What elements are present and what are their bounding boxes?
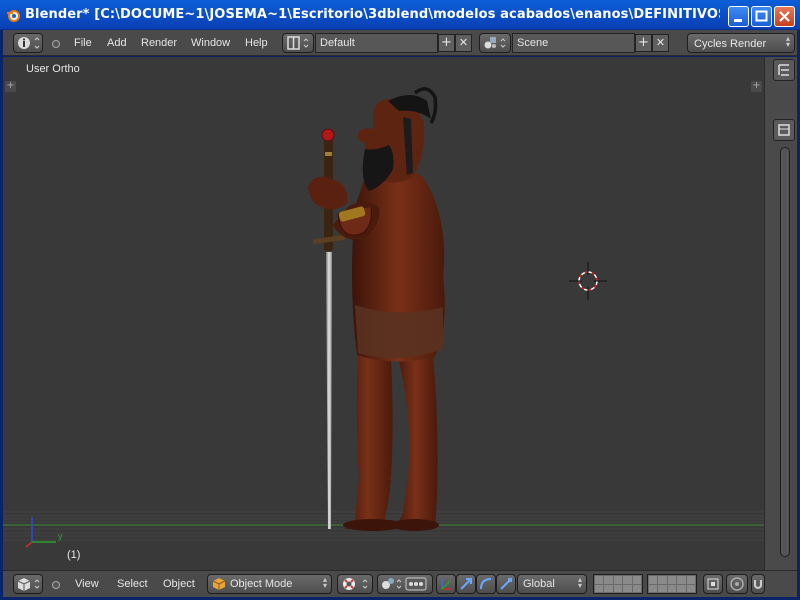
3d-view-icon (17, 578, 40, 591)
remove-scene-button[interactable]: ✕ (652, 34, 669, 52)
menu-file[interactable]: File (74, 37, 92, 49)
3d-cursor-icon (569, 262, 607, 300)
translate-manipulator-button[interactable] (456, 574, 476, 594)
window-title: Blender* [C:\DOCUME~1\JOSEMA~1\Escritori… (25, 7, 720, 22)
close-icon (779, 11, 790, 22)
properties-scrollbar[interactable] (780, 147, 790, 557)
menu-window[interactable]: Window (191, 37, 230, 49)
minimize-icon (734, 19, 742, 22)
scale-manipulator-button[interactable] (496, 574, 516, 594)
interaction-mode-label: Object Mode (230, 578, 293, 590)
scene-icon (484, 37, 506, 49)
minimize-button[interactable] (728, 6, 749, 27)
rotate-arc-icon (480, 578, 492, 590)
render-engine-dropdown[interactable]: Cycles Render ▴ ▾ (687, 33, 795, 53)
view-name-label: User Ortho (26, 63, 80, 75)
3d-viewport[interactable]: y User Ortho (1) + + (3, 57, 764, 570)
add-scene-button[interactable]: + (635, 34, 652, 52)
proportional-editing-button[interactable] (726, 574, 748, 594)
manipulator-toggle[interactable] (436, 574, 456, 594)
menu-select[interactable]: Select (117, 578, 148, 590)
updown-arrows-icon: ▴ ▾ (785, 34, 790, 49)
blender-window: Blender* [C:\DOCUME~1\JOSEMA~1\Escritori… (0, 0, 800, 600)
menu-help[interactable]: Help (245, 37, 268, 49)
blender-logo-icon (7, 10, 20, 22)
layers-group-1[interactable] (593, 574, 643, 594)
screen-layout-browse-button[interactable] (282, 33, 314, 53)
properties-shelf-toggle[interactable]: + (751, 81, 762, 92)
pivot-point-dropdown[interactable] (377, 574, 433, 594)
collapse-menu-toggle[interactable] (52, 40, 60, 48)
properties-icon (778, 124, 790, 136)
add-screen-button[interactable]: + (438, 34, 455, 52)
manipulator-icon (441, 579, 452, 590)
editor-type-button[interactable] (13, 574, 43, 594)
maximize-icon (755, 10, 768, 22)
menu-view[interactable]: View (75, 578, 99, 590)
updown-arrows-icon: ▴ ▾ (322, 575, 327, 590)
screen-layout-name[interactable]: Default (315, 33, 438, 53)
snap-button[interactable] (751, 574, 765, 594)
layer-lock-icon (707, 578, 719, 590)
outliner-icon (778, 64, 789, 76)
right-editor-strip (764, 57, 797, 570)
updown-arrows-icon: ▴ ▾ (577, 575, 582, 590)
close-button[interactable] (774, 6, 795, 27)
menu-add[interactable]: Add (107, 37, 127, 49)
transform-orientation-label: Global (523, 578, 555, 590)
scene-browse-button[interactable] (479, 33, 511, 53)
collapse-menu-toggle[interactable] (52, 581, 60, 589)
screen-layout-icon (287, 36, 309, 50)
interaction-mode-dropdown[interactable]: Object Mode ▴ ▾ (207, 574, 332, 594)
axis-y-label: y (58, 531, 63, 541)
maximize-button[interactable] (751, 6, 772, 27)
render-engine-label: Cycles Render (694, 38, 767, 50)
translate-arrow-icon (460, 578, 472, 590)
editor-type-button[interactable] (13, 33, 43, 53)
outliner-tab[interactable] (773, 59, 795, 81)
3d-view-header: View Select Object Object Mode ▴ ▾ Globa… (3, 570, 797, 597)
properties-tab[interactable] (773, 119, 795, 141)
viewport-scene: y (3, 87, 764, 548)
snap-magnet-icon (754, 580, 762, 589)
viewport-shading-dropdown[interactable] (337, 574, 373, 594)
info-header: File Add Render Window Help Default + ✕ … (3, 30, 797, 56)
frame-number-label: (1) (67, 549, 81, 561)
transform-orientation-dropdown[interactable]: Global ▴ ▾ (517, 574, 587, 594)
menu-render[interactable]: Render (141, 37, 177, 49)
title-bar: Blender* [C:\DOCUME~1\JOSEMA~1\Escritori… (0, 0, 800, 30)
remove-screen-button[interactable]: ✕ (455, 34, 472, 52)
info-icon (18, 37, 40, 49)
layers-group-2[interactable] (647, 574, 697, 594)
proportional-edit-icon (730, 577, 744, 591)
scale-icon (500, 578, 512, 590)
menu-object[interactable]: Object (163, 578, 195, 590)
tool-shelf-toggle[interactable]: + (5, 81, 16, 92)
lock-layers-button[interactable] (703, 574, 723, 594)
scene-name[interactable]: Scene (512, 33, 635, 53)
lifebuoy-icon (343, 578, 368, 590)
pivot-point-icon (382, 577, 427, 591)
rotate-manipulator-button[interactable] (476, 574, 496, 594)
object-cube-icon (212, 578, 226, 590)
dwarf-character-model (308, 87, 445, 531)
